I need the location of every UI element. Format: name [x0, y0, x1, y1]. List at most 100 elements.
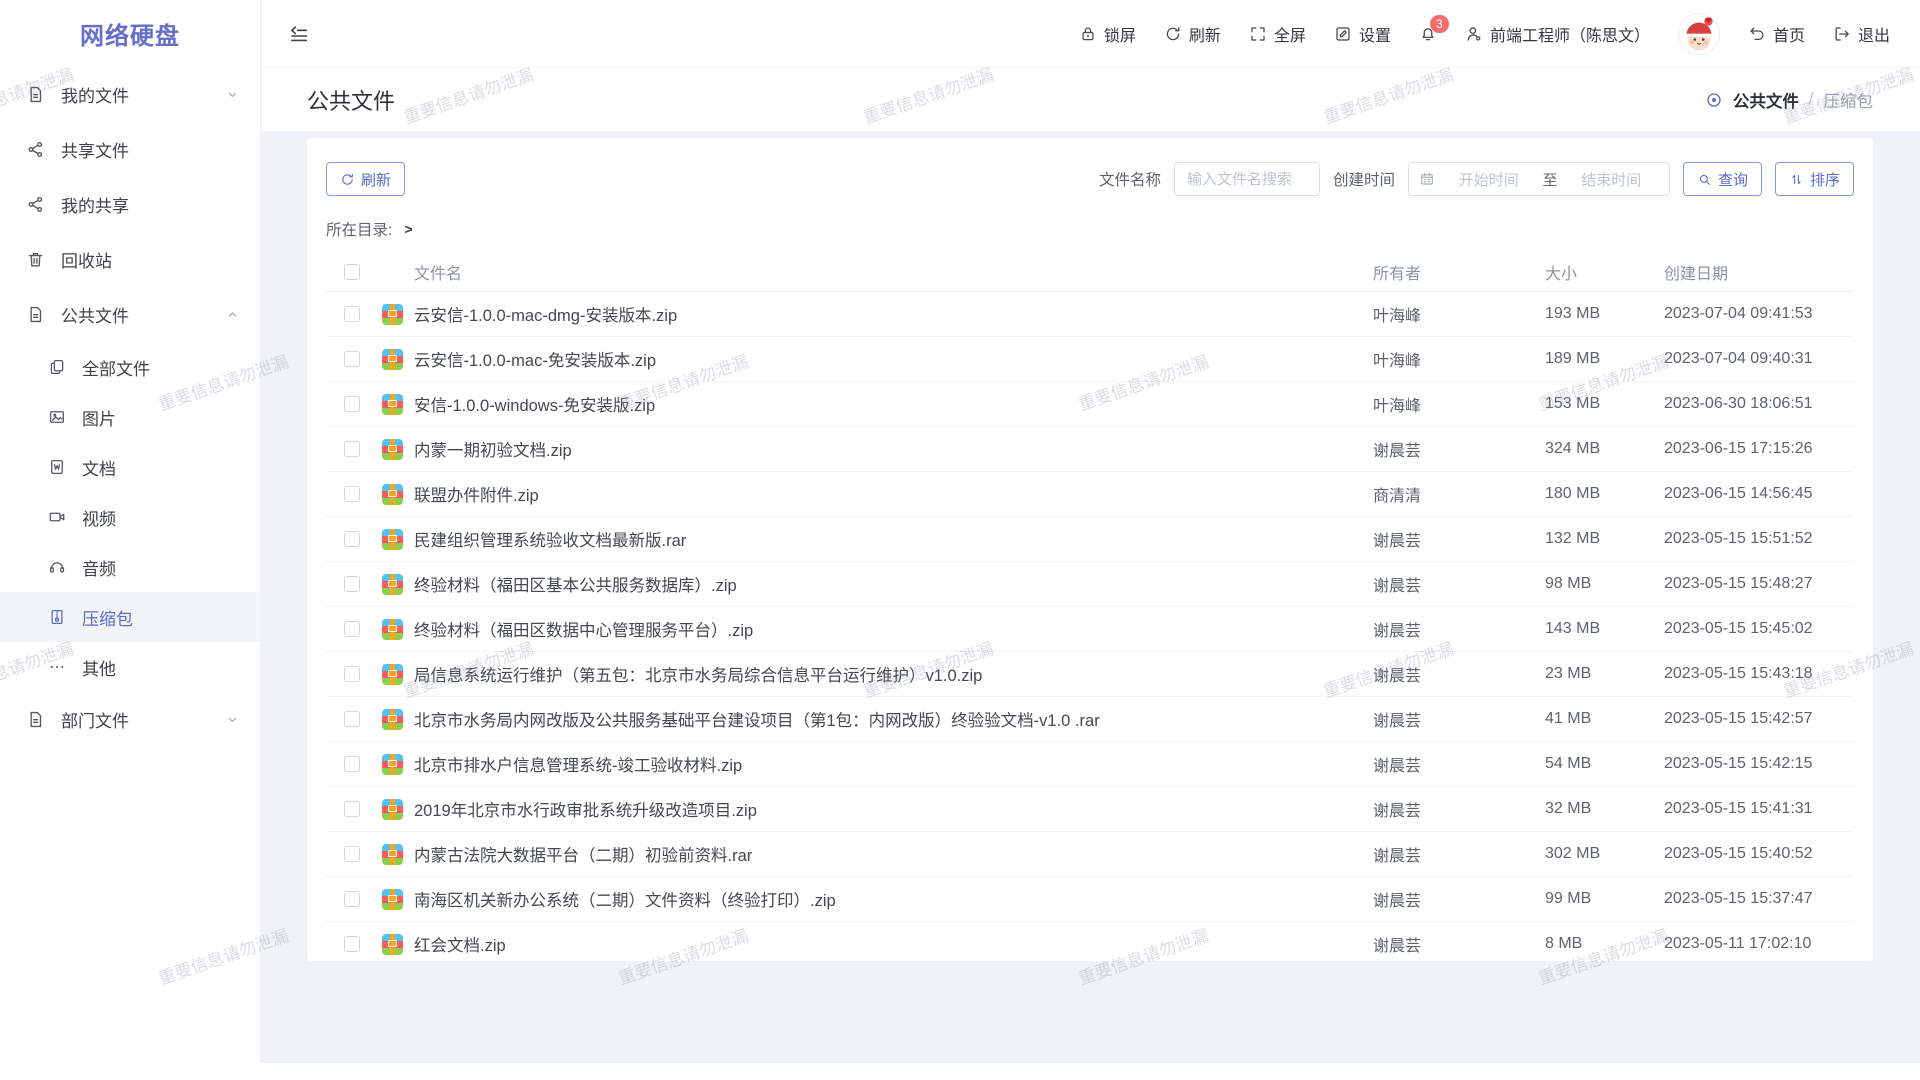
file-name[interactable]: 局信息系统运行维护（第五包：北京市水务局综合信息平台运行维护）v1.0.zip — [414, 662, 982, 686]
sidebar-item-public-files[interactable]: 公共文件 — [0, 287, 260, 342]
table-row[interactable]: 民建组织管理系统验收文档最新版.rar 谢晨芸 132 MB 2023-05-1… — [326, 517, 1854, 562]
files-icon — [48, 358, 66, 376]
table-row[interactable]: 安信-1.0.0-windows-免安装版.zip 叶海峰 153 MB 202… — [326, 382, 1854, 427]
table-row[interactable]: 红会文档.zip 谢晨芸 8 MB 2023-05-11 17:02:10 — [326, 922, 1854, 967]
table-row[interactable]: 终验材料（福田区数据中心管理服务平台）.zip 谢晨芸 143 MB 2023-… — [326, 607, 1854, 652]
breadcrumb-separator: / — [1809, 90, 1814, 109]
file-size: 132 MB — [1545, 530, 1664, 548]
settings-button[interactable]: 设置 — [1334, 22, 1391, 46]
select-all-checkbox[interactable] — [344, 264, 360, 280]
file-size: 41 MB — [1545, 710, 1664, 728]
table-row[interactable]: 内蒙古法院大数据平台（二期）初验前资料.rar 谢晨芸 302 MB 2023-… — [326, 832, 1854, 877]
file-name[interactable]: 安信-1.0.0-windows-免安装版.zip — [414, 392, 655, 416]
row-checkbox[interactable] — [344, 351, 360, 367]
sidebar-item-images[interactable]: 图片 — [0, 392, 260, 442]
user-menu[interactable]: 前端工程师（陈思文） — [1465, 22, 1650, 46]
row-checkbox[interactable] — [344, 711, 360, 727]
table-row[interactable]: 北京市水务局内网改版及公共服务基础平台建设项目（第1包：内网改版）终验验文档-v… — [326, 697, 1854, 742]
sidebar-item-others[interactable]: 其他 — [0, 642, 260, 692]
start-date-placeholder[interactable]: 开始时间 — [1441, 169, 1537, 190]
file-name[interactable]: 云安信-1.0.0-mac-免安装版本.zip — [414, 347, 656, 371]
file-size: 99 MB — [1545, 890, 1664, 908]
sidebar-item-my-share[interactable]: 我的共享 — [0, 177, 260, 232]
row-checkbox[interactable] — [344, 306, 360, 322]
row-checkbox[interactable] — [344, 486, 360, 502]
table-row[interactable]: 内蒙一期初验文档.zip 谢晨芸 324 MB 2023-06-15 17:15… — [326, 427, 1854, 472]
end-date-placeholder[interactable]: 结束时间 — [1563, 169, 1659, 190]
sidebar-item-documents[interactable]: 文档 — [0, 442, 260, 492]
table-row[interactable]: 云安信-1.0.0-mac-dmg-安装版本.zip 叶海峰 193 MB 20… — [326, 292, 1854, 337]
row-checkbox[interactable] — [344, 576, 360, 592]
row-checkbox[interactable] — [344, 936, 360, 952]
sidebar-item-label: 其他 — [82, 655, 240, 680]
file-owner: 谢晨芸 — [1373, 617, 1545, 641]
current-directory: 所在目录: > — [326, 218, 1854, 240]
notifications-button[interactable]: 3 — [1419, 25, 1437, 43]
file-name[interactable]: 南海区机关新办公系统（二期）文件资料（终验打印）.zip — [414, 887, 836, 911]
fullscreen-button[interactable]: 全屏 — [1249, 22, 1306, 46]
sidebar-item-my-files[interactable]: 我的文件 — [0, 67, 260, 122]
file-created: 2023-05-15 15:41:31 — [1664, 800, 1854, 818]
file-name[interactable]: 终验材料（福田区数据中心管理服务平台）.zip — [414, 617, 753, 641]
table-row[interactable]: 北京市排水户信息管理系统-竣工验收材料.zip 谢晨芸 54 MB 2023-0… — [326, 742, 1854, 787]
table-row[interactable]: 终验材料（福田区基本公共服务数据库）.zip 谢晨芸 98 MB 2023-05… — [326, 562, 1854, 607]
sort-button[interactable]: 排序 — [1775, 162, 1854, 196]
sidebar-item-all-files[interactable]: 全部文件 — [0, 342, 260, 392]
home-button[interactable]: 首页 — [1748, 22, 1805, 46]
table-row[interactable]: 2019年北京市水行政审批系统升级改造项目.zip 谢晨芸 32 MB 2023… — [326, 787, 1854, 832]
file-name[interactable]: 2019年北京市水行政审批系统升级改造项目.zip — [414, 797, 757, 821]
row-checkbox[interactable] — [344, 666, 360, 682]
page-header: 公共文件 公共文件 / 压缩包 — [262, 67, 1920, 131]
zip-file-icon — [382, 484, 403, 505]
table-row[interactable]: 云安信-1.0.0-mac-免安装版本.zip 叶海峰 189 MB 2023-… — [326, 337, 1854, 382]
file-owner: 谢晨芸 — [1373, 752, 1545, 776]
file-list-card: 刷新 文件名称 创建时间 开始时间 至 结束时间 查询 — [307, 138, 1873, 961]
doc-icon — [48, 458, 66, 476]
file-icon — [26, 85, 45, 104]
row-checkbox[interactable] — [344, 756, 360, 772]
file-name[interactable]: 民建组织管理系统验收文档最新版.rar — [414, 527, 686, 551]
row-checkbox[interactable] — [344, 531, 360, 547]
row-checkbox[interactable] — [344, 801, 360, 817]
file-name[interactable]: 北京市水务局内网改版及公共服务基础平台建设项目（第1包：内网改版）终验验文档-v… — [414, 707, 1100, 731]
file-created: 2023-05-15 15:40:52 — [1664, 845, 1854, 863]
row-checkbox[interactable] — [344, 396, 360, 412]
row-checkbox[interactable] — [344, 846, 360, 862]
row-checkbox[interactable] — [344, 441, 360, 457]
table-row[interactable]: 局信息系统运行维护（第五包：北京市水务局综合信息平台运行维护）v1.0.zip … — [326, 652, 1854, 697]
file-name[interactable]: 内蒙古法院大数据平台（二期）初验前资料.rar — [414, 842, 752, 866]
file-created: 2023-05-15 15:48:27 — [1664, 575, 1854, 593]
zip-file-icon — [382, 934, 403, 955]
sidebar-item-recycle-bin[interactable]: 回收站 — [0, 232, 260, 287]
sidebar-item-audios[interactable]: 音频 — [0, 542, 260, 592]
file-name[interactable]: 云安信-1.0.0-mac-dmg-安装版本.zip — [414, 302, 677, 326]
column-created: 创建日期 — [1664, 260, 1854, 284]
sidebar-item-videos[interactable]: 视频 — [0, 492, 260, 542]
user-avatar[interactable] — [1678, 13, 1720, 55]
file-name[interactable]: 内蒙一期初验文档.zip — [414, 437, 572, 461]
table-row[interactable]: 南海区机关新办公系统（二期）文件资料（终验打印）.zip 谢晨芸 99 MB 2… — [326, 877, 1854, 922]
chevron-down-icon — [225, 712, 240, 727]
lock-screen-button[interactable]: 锁屏 — [1079, 22, 1136, 46]
file-name[interactable]: 红会文档.zip — [414, 932, 506, 956]
date-range-picker[interactable]: 开始时间 至 结束时间 — [1408, 162, 1670, 196]
refresh-button[interactable]: 刷新 — [326, 162, 405, 196]
sidebar-item-share-files[interactable]: 共享文件 — [0, 122, 260, 177]
table-row[interactable]: 联盟办件附件.zip 商清清 180 MB 2023-06-15 14:56:4… — [326, 472, 1854, 517]
sidebar-item-department-files[interactable]: 部门文件 — [0, 692, 260, 747]
collapse-sidebar-icon[interactable] — [288, 23, 310, 45]
sidebar-item-label: 音频 — [82, 555, 240, 580]
logout-button[interactable]: 退出 — [1833, 22, 1890, 46]
row-checkbox[interactable] — [344, 621, 360, 637]
query-button[interactable]: 查询 — [1683, 162, 1762, 196]
file-name[interactable]: 联盟办件附件.zip — [414, 482, 539, 506]
file-name[interactable]: 终验材料（福田区基本公共服务数据库）.zip — [414, 572, 737, 596]
file-name[interactable]: 北京市排水户信息管理系统-竣工验收材料.zip — [414, 752, 742, 776]
sidebar-item-archives[interactable]: 压缩包 — [0, 592, 260, 642]
filename-search-input[interactable] — [1174, 162, 1320, 196]
file-icon — [26, 305, 45, 324]
breadcrumb-root[interactable]: 公共文件 — [1733, 88, 1799, 112]
refresh-button[interactable]: 刷新 — [1164, 22, 1221, 46]
row-checkbox[interactable] — [344, 891, 360, 907]
directory-root-arrow[interactable]: > — [404, 221, 412, 237]
